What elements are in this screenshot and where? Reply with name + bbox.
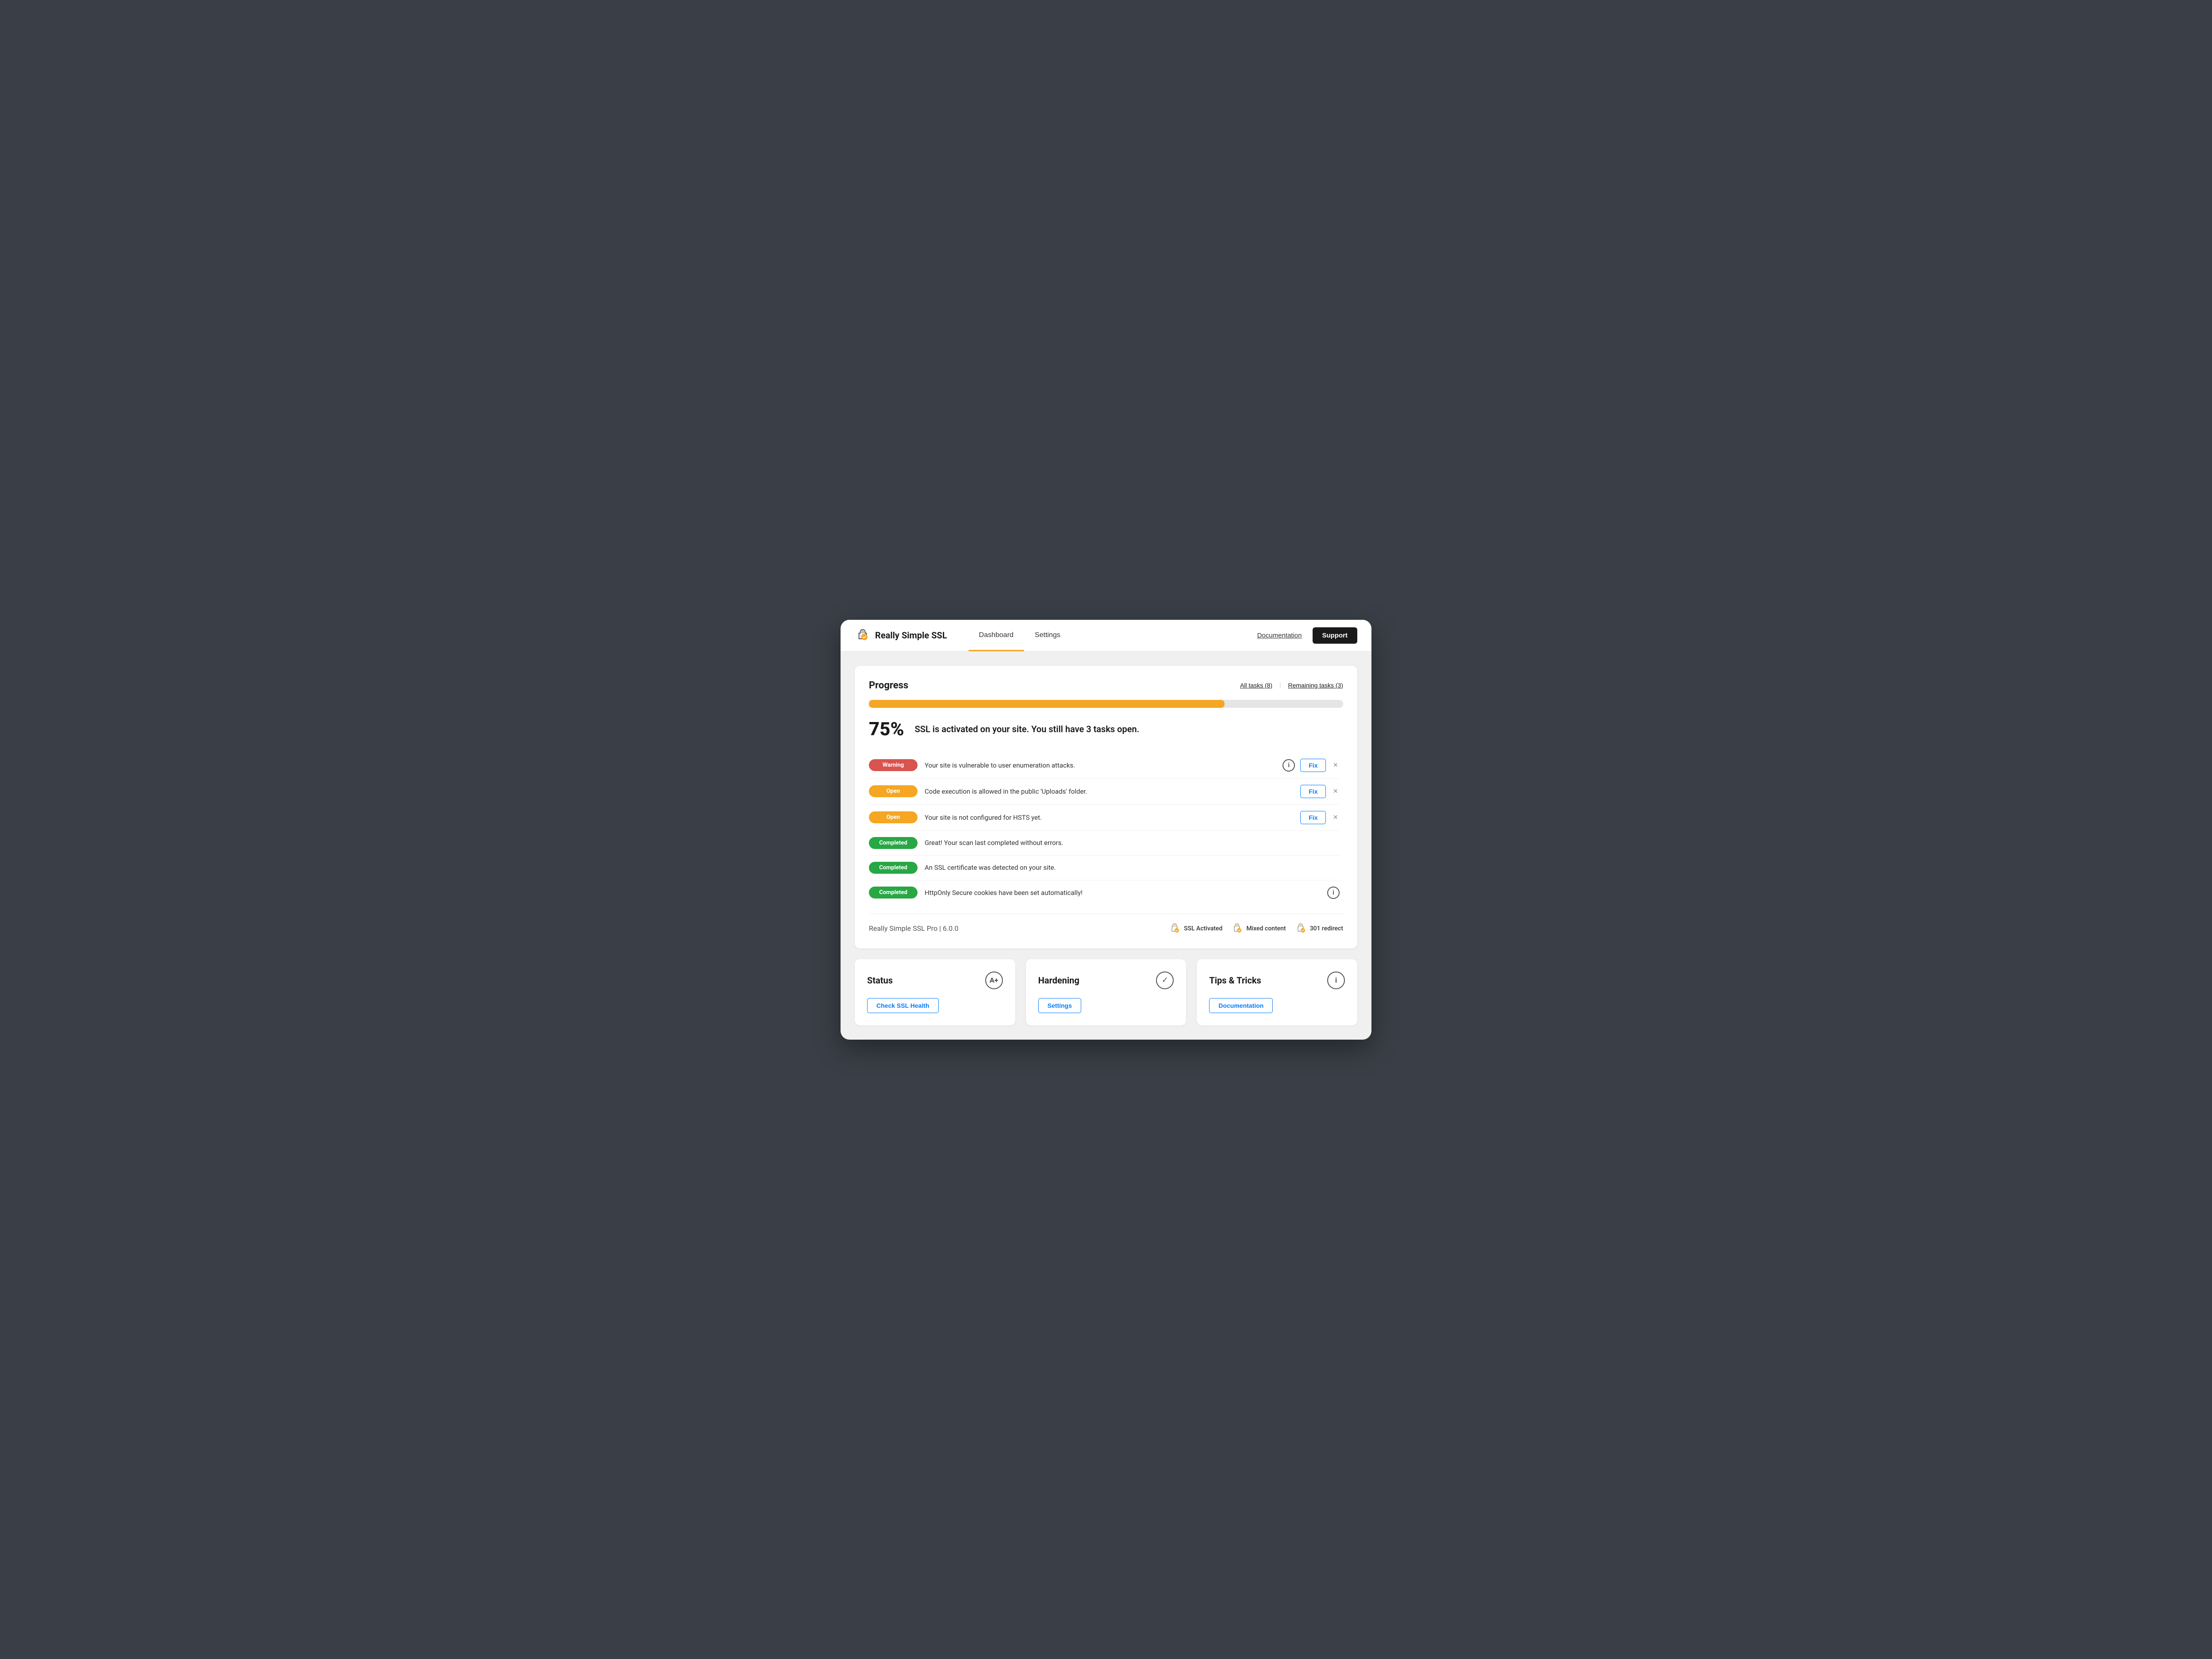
- hardening-check-icon: ✓: [1156, 972, 1174, 989]
- hardening-card-title: Hardening: [1038, 975, 1079, 986]
- card-footer: Really Simple SSL Pro | 6.0.0 SSL Activa…: [869, 914, 1343, 934]
- check-ssl-health-button[interactable]: Check SSL Health: [867, 998, 939, 1013]
- task-actions: Fix ×: [1300, 811, 1340, 824]
- progress-card: Progress All tasks (8) | Remaining tasks…: [855, 666, 1357, 949]
- status-badge-open: Open: [869, 785, 918, 797]
- progress-summary: 75% SSL is activated on your site. You s…: [869, 718, 1343, 740]
- status-badge-open: Open: [869, 811, 918, 823]
- progress-percent: 75%: [869, 718, 904, 740]
- fix-button[interactable]: Fix: [1300, 785, 1326, 798]
- task-text: Your site is not configured for HSTS yet…: [925, 814, 1293, 822]
- support-button[interactable]: Support: [1313, 627, 1358, 644]
- fix-button[interactable]: Fix: [1300, 759, 1326, 772]
- footer-badge-redirect-label: 301 redirect: [1310, 925, 1343, 932]
- table-row: Completed HttpOnly Secure cookies have b…: [869, 880, 1340, 903]
- progress-bar-container: [869, 700, 1343, 708]
- dismiss-button[interactable]: ×: [1331, 813, 1340, 822]
- status-card-title: Status: [867, 975, 893, 986]
- task-actions: Fix ×: [1300, 785, 1340, 798]
- tab-settings[interactable]: Settings: [1024, 620, 1071, 651]
- task-text: HttpOnly Secure cookies have been set au…: [925, 889, 1320, 897]
- app-window: Really Simple SSL Dashboard Settings Doc…: [841, 620, 1371, 1040]
- task-actions: i: [1327, 887, 1340, 899]
- footer-badge-mixed-label: Mixed content: [1246, 925, 1286, 932]
- status-grade-icon: A+: [985, 972, 1003, 989]
- app-logo-icon: [855, 627, 871, 643]
- fix-button[interactable]: Fix: [1300, 811, 1326, 824]
- hardening-settings-button[interactable]: Settings: [1038, 998, 1081, 1013]
- progress-message: SSL is activated on your site. You still…: [915, 724, 1140, 734]
- footer-brand: Really Simple SSL Pro | 6.0.0: [869, 924, 958, 933]
- nav-bar: Really Simple SSL Dashboard Settings Doc…: [841, 620, 1371, 652]
- tips-documentation-button[interactable]: Documentation: [1209, 998, 1273, 1013]
- info-icon[interactable]: i: [1327, 887, 1340, 899]
- status-badge-completed: Completed: [869, 862, 918, 874]
- footer-badge-mixed: Mixed content: [1231, 923, 1286, 934]
- task-text: Great! Your scan last completed without …: [925, 839, 1333, 847]
- footer-badge-ssl: SSL Activated: [1169, 923, 1222, 934]
- table-row: Completed An SSL certificate was detecte…: [869, 856, 1340, 880]
- footer-badge-ssl-label: SSL Activated: [1184, 925, 1222, 932]
- info-icon[interactable]: i: [1283, 759, 1295, 772]
- tips-card-header: Tips & Tricks i: [1209, 972, 1345, 989]
- status-grade-label: A+: [990, 976, 998, 984]
- progress-divider: |: [1279, 682, 1281, 689]
- ssl-lock-icon: [1169, 923, 1180, 934]
- tips-card: Tips & Tricks i Documentation: [1197, 959, 1357, 1025]
- nav-brand: Really Simple SSL: [855, 627, 947, 643]
- nav-tabs: Dashboard Settings: [968, 620, 1071, 651]
- progress-links: All tasks (8) | Remaining tasks (3): [1240, 682, 1343, 689]
- documentation-link[interactable]: Documentation: [1257, 632, 1302, 639]
- footer-brand-name: Really Simple SSL Pro: [869, 924, 937, 933]
- footer-badges: SSL Activated Mixed content: [1169, 923, 1343, 934]
- redirect-lock-icon: [1295, 923, 1306, 934]
- tips-info-icon: i: [1327, 972, 1345, 989]
- task-actions: i Fix ×: [1283, 759, 1340, 772]
- table-row: Open Code execution is allowed in the pu…: [869, 779, 1340, 805]
- progress-header: Progress All tasks (8) | Remaining tasks…: [869, 680, 1343, 691]
- dismiss-button[interactable]: ×: [1331, 760, 1340, 770]
- status-badge-completed: Completed: [869, 887, 918, 899]
- remaining-tasks-link[interactable]: Remaining tasks (3): [1288, 682, 1344, 689]
- tips-info-label: i: [1335, 976, 1337, 984]
- all-tasks-link[interactable]: All tasks (8): [1240, 682, 1272, 689]
- table-row: Warning Your site is vulnerable to user …: [869, 753, 1340, 779]
- task-list: Warning Your site is vulnerable to user …: [869, 753, 1343, 903]
- table-row: Open Your site is not configured for HST…: [869, 805, 1340, 831]
- hardening-check-label: ✓: [1162, 975, 1168, 985]
- task-text: Code execution is allowed in the public …: [925, 787, 1293, 795]
- task-text: An SSL certificate was detected on your …: [925, 864, 1333, 872]
- bottom-cards: Status A+ Check SSL Health Hardening ✓ S…: [855, 959, 1357, 1025]
- footer-version: | 6.0.0: [937, 924, 958, 933]
- hardening-card-header: Hardening ✓: [1038, 972, 1174, 989]
- status-badge-warning: Warning: [869, 759, 918, 771]
- status-card: Status A+ Check SSL Health: [855, 959, 1015, 1025]
- tab-dashboard[interactable]: Dashboard: [968, 620, 1024, 651]
- dismiss-button[interactable]: ×: [1331, 787, 1340, 796]
- status-badge-completed: Completed: [869, 837, 918, 849]
- tips-card-title: Tips & Tricks: [1209, 975, 1261, 986]
- table-row: Completed Great! Your scan last complete…: [869, 831, 1340, 856]
- status-card-header: Status A+: [867, 972, 1003, 989]
- footer-badge-redirect: 301 redirect: [1295, 923, 1343, 934]
- task-text: Your site is vulnerable to user enumerat…: [925, 761, 1275, 769]
- progress-bar-fill: [869, 700, 1225, 708]
- main-content: Progress All tasks (8) | Remaining tasks…: [841, 652, 1371, 1040]
- progress-title: Progress: [869, 680, 908, 691]
- mixed-content-lock-icon: [1231, 923, 1243, 934]
- hardening-card: Hardening ✓ Settings: [1026, 959, 1187, 1025]
- nav-right: Documentation Support: [1257, 627, 1357, 644]
- nav-brand-title: Really Simple SSL: [875, 630, 947, 641]
